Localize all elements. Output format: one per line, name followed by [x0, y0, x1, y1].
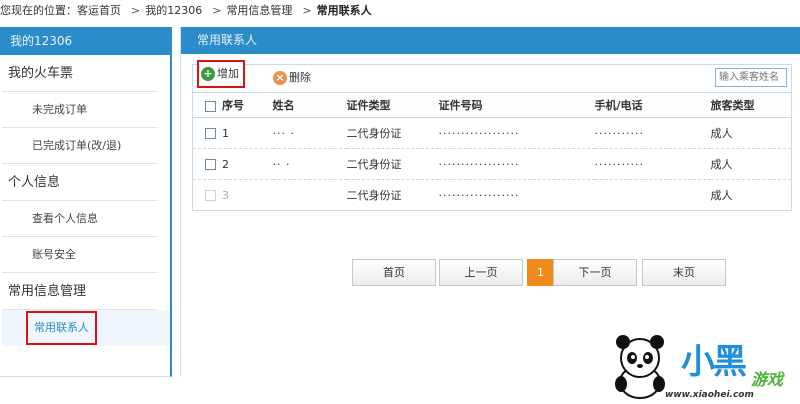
breadcrumb-my12306[interactable]: 我的12306 [145, 0, 202, 22]
toolbar: + 增加 × 删除 [192, 60, 792, 92]
column-header-id-number: 证件号码 [438, 92, 595, 118]
sidebar-group-personal-info[interactable]: 个人信息 [2, 164, 157, 201]
sidebar-title: 我的12306 [0, 27, 170, 55]
sidebar-group-info-management[interactable]: 常用信息管理 [2, 273, 157, 310]
row-checkbox[interactable] [205, 128, 216, 139]
row-id-number: ·················· [438, 188, 520, 202]
contacts-content: +增加 ×删除 序号 姓名 证件类型 证件号码 手机/电话 旅客类型 [192, 60, 792, 286]
breadcrumb-separator: > [131, 4, 141, 17]
breadcrumb-separator: > [302, 4, 312, 17]
sidebar-group-tickets[interactable]: 我的火车票 [2, 55, 157, 92]
table-row[interactable]: 2 ·· · 二代身份证 ·················· ········… [192, 148, 792, 180]
delete-button-label: 删除 [289, 71, 311, 84]
row-id-type: 二代身份证 [346, 189, 402, 202]
main-panel: 常用联系人 +增加 ×删除 序号 姓名 证件类型 证件号码 手机/电话 旅客类型 [180, 27, 800, 377]
watermark-game: 游戏 [751, 370, 784, 389]
search-input[interactable] [715, 68, 787, 87]
sidebar-item-account-security[interactable]: 账号安全 [2, 237, 157, 273]
row-checkbox[interactable] [205, 159, 216, 170]
row-seq: 3 [222, 188, 229, 202]
column-header-passenger-type: 旅客类型 [710, 92, 792, 118]
column-header-name: 姓名 [272, 92, 347, 118]
sidebar: 我的12306 我的火车票 未完成订单 已完成订单(改/退) 个人信息 查看个人… [0, 27, 172, 377]
row-name: ·· · [272, 148, 347, 180]
row-passenger-type: 成人 [710, 148, 792, 180]
row-phone: ··········· [594, 117, 711, 149]
row-passenger-type: 成人 [710, 117, 792, 149]
add-button-label: 增加 [217, 67, 239, 80]
breadcrumb-prefix: 您现在的位置：客运首页 [0, 4, 121, 17]
panda-mascot-icon [615, 335, 665, 399]
breadcrumb-info-management[interactable]: 常用信息管理 [226, 0, 292, 22]
contacts-table: 序号 姓名 证件类型 证件号码 手机/电话 旅客类型 1 ··· · 二代身份证… [192, 92, 792, 211]
watermark-url: www.xiaohei.com [665, 390, 754, 400]
breadcrumb-current: 常用联系人 [316, 4, 372, 17]
first-page-button[interactable]: 首页 [352, 259, 436, 286]
sidebar-item-view-personal-info[interactable]: 查看个人信息 [2, 201, 157, 237]
sidebar-item-unfinished-orders[interactable]: 未完成订单 [2, 92, 157, 128]
next-page-button[interactable]: 下一页 [553, 259, 637, 286]
row-passenger-type: 成人 [710, 189, 733, 202]
page-number-current[interactable]: 1 [527, 259, 554, 286]
row-id-type: 二代身份证 [346, 148, 439, 180]
row-name [273, 180, 347, 211]
breadcrumb-separator: > [212, 4, 222, 17]
row-name: ··· · [272, 117, 347, 149]
row-seq: 1 [222, 126, 229, 140]
row-seq: 2 [222, 157, 229, 171]
add-button[interactable]: + 增加 [197, 60, 245, 88]
sidebar-item-frequent-contacts[interactable]: 常用联系人 [2, 310, 170, 346]
row-phone [595, 180, 711, 211]
row-checkbox[interactable] [205, 190, 216, 201]
column-header-seq: 序号 [192, 92, 273, 118]
row-phone: ··········· [594, 148, 711, 180]
delete-button[interactable]: × 删除 [273, 68, 311, 90]
sidebar-item-label: 常用联系人 [26, 311, 97, 345]
last-page-button[interactable]: 末页 [642, 259, 726, 286]
prev-page-button[interactable]: 上一页 [439, 259, 523, 286]
watermark-brand: 小黑 [681, 342, 747, 382]
table-row[interactable]: 1 ··· · 二代身份证 ·················· ·······… [192, 117, 792, 149]
sidebar-item-finished-orders[interactable]: 已完成订单(改/退) [2, 128, 157, 164]
breadcrumb: 您现在的位置：客运首页 > 我的12306 > 常用信息管理 > 常用联系人 [0, 0, 800, 24]
table-header-row: 序号 姓名 证件类型 证件号码 手机/电话 旅客类型 [192, 92, 792, 118]
page-title: 常用联系人 [181, 27, 800, 54]
plus-icon: + [201, 67, 215, 81]
column-header-id-type: 证件类型 [346, 92, 439, 118]
select-all-checkbox[interactable] [205, 100, 216, 112]
table-row[interactable]: 3 二代身份证 ·················· 成人 [193, 180, 792, 211]
row-id-number: ·················· [438, 117, 595, 149]
row-id-type: 二代身份证 [346, 117, 439, 149]
column-header-phone: 手机/电话 [594, 92, 711, 118]
row-id-number: ·················· [438, 148, 595, 180]
watermark: 小黑 游戏 www.xiaohei.com [605, 330, 800, 404]
column-header-seq-label: 序号 [222, 99, 244, 112]
close-icon: × [273, 71, 287, 85]
